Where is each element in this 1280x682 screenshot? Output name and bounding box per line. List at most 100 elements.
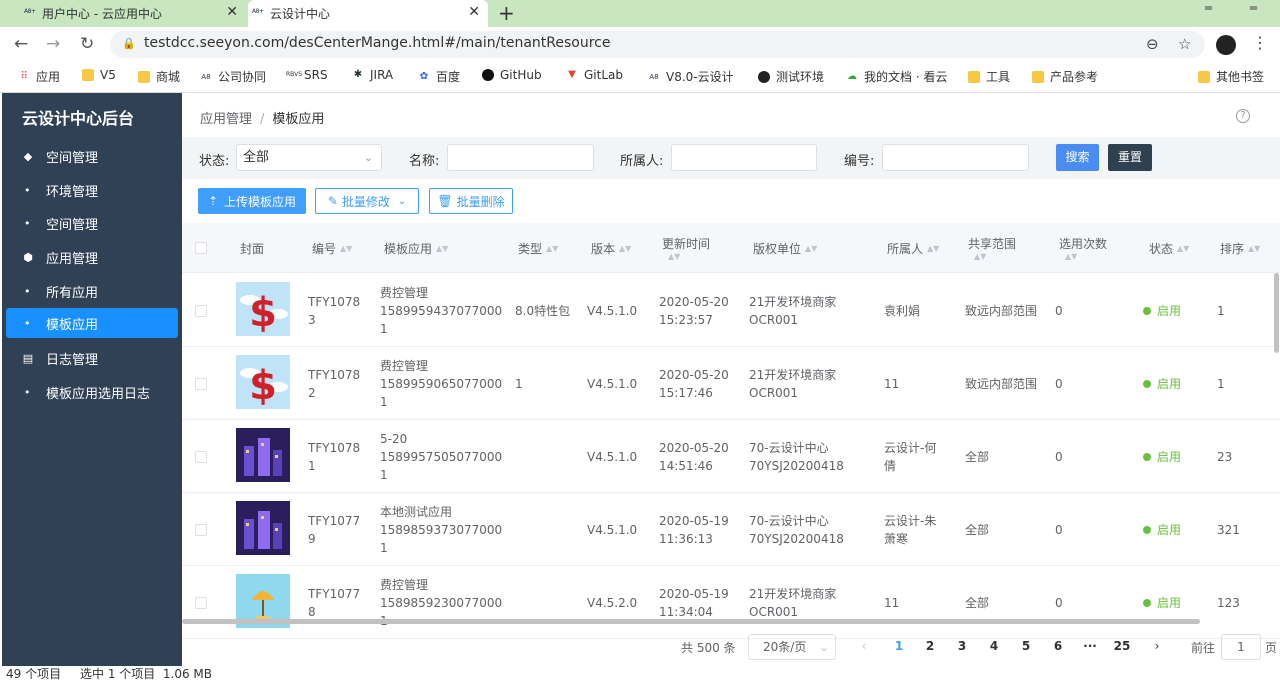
browser-tab-design-center[interactable]: A8+ 云设计中心 ✕ — [248, 0, 488, 27]
sidebar-item-environment[interactable]: • 环境管理 — [6, 175, 178, 205]
close-window-icon[interactable]: ‗ — [1250, 0, 1257, 10]
sidebar-item-log-management[interactable]: ▤ 日志管理 — [6, 343, 178, 373]
cover-thumbnail[interactable] — [236, 428, 290, 482]
column-template-app[interactable]: 模板应用 ▲▼ — [384, 223, 448, 273]
row-checkbox[interactable] — [195, 597, 207, 609]
page-ellipsis[interactable]: ··· — [1080, 639, 1100, 653]
prev-page-icon[interactable]: ‹ — [854, 639, 874, 653]
table-row[interactable]: TFY1077 9 本地测试应用 1589859373077000 1 V4.5.1.0 2… — [182, 493, 1280, 566]
row-checkbox[interactable] — [195, 305, 207, 317]
table-row[interactable]: $ TFY1078 2 费控管理 1589959065077000 1 1 V4.5.1.0 2… — [182, 347, 1280, 420]
sort-icon[interactable]: ▲▼ — [805, 244, 817, 253]
reset-button[interactable]: 重置 — [1108, 144, 1152, 171]
batch-delete-button[interactable]: 🗑 批量删除 — [429, 188, 513, 214]
search-button[interactable]: 搜索 — [1056, 144, 1099, 171]
url-bar[interactable]: 🔒 testdcc.seeyon.com/desCenterMange.html… — [110, 31, 1205, 58]
bookmark-product-ref[interactable]: 产品参考 — [1032, 68, 1098, 85]
page-4[interactable]: 4 — [984, 639, 1004, 653]
bookmark-star-icon[interactable]: ☆ — [1178, 35, 1191, 53]
column-status[interactable]: 状态 ▲▼ — [1149, 223, 1189, 273]
bookmark-company[interactable]: A8 公司协同 — [200, 68, 266, 85]
table-row[interactable]: TFY10778费控管理15898592300770001V4.5.2.0202… — [182, 566, 1280, 639]
sidebar-item-template-log[interactable]: • 模板应用选用日志 — [6, 377, 178, 407]
horizontal-scrollbar[interactable] — [182, 619, 1200, 624]
owner-input[interactable] — [671, 144, 817, 171]
bookmark-github[interactable]: GitHub — [482, 68, 542, 82]
column-code[interactable]: 编号 ▲▼ — [312, 223, 352, 273]
sort-icon[interactable]: ▲▼ — [1177, 244, 1189, 253]
bookmark-baidu[interactable]: ✿ 百度 — [418, 68, 460, 85]
close-tab-icon[interactable]: ✕ — [226, 4, 238, 20]
status-select[interactable]: 全部 ⌄ — [236, 144, 382, 171]
vertical-scrollbar[interactable] — [1274, 273, 1279, 353]
cover-thumbnail[interactable]: $ — [236, 282, 290, 336]
sort-icon[interactable]: ▲▼ — [546, 244, 558, 253]
select-all-checkbox[interactable] — [195, 242, 207, 254]
bookmark-test-env[interactable]: 测试环境 — [758, 68, 824, 85]
page-2[interactable]: 2 — [920, 639, 940, 653]
sort-icon[interactable]: ▲▼ — [974, 252, 986, 261]
page-1[interactable]: 1 — [889, 639, 909, 653]
help-icon[interactable]: ? — [1236, 109, 1250, 123]
minimize-window-icon[interactable]: ‗ — [1205, 0, 1212, 10]
batch-edit-button[interactable]: ✎ 批量修改 ⌄ — [315, 188, 419, 214]
table-row[interactable]: $ TFY1078 3 费控管理 1589959437077000 1 8.0特性包 V4.5… — [182, 274, 1280, 347]
sort-icon[interactable]: ▲▼ — [668, 252, 680, 261]
sidebar-item-all-apps[interactable]: • 所有应用 — [6, 276, 178, 306]
column-share-scope[interactable]: 共享范围 ▲▼ — [968, 223, 1016, 273]
new-tab-button[interactable]: + — [498, 1, 515, 25]
reload-icon[interactable]: ↻ — [80, 34, 94, 54]
row-checkbox[interactable] — [195, 378, 207, 390]
column-use-count[interactable]: 选用次数 ▲▼ — [1059, 223, 1107, 273]
bookmark-v8[interactable]: A8 V8.0-云设计 — [648, 68, 733, 85]
column-sort[interactable]: 排序 ▲▼ — [1220, 223, 1260, 273]
sidebar-item-space-management[interactable]: ◆ 空间管理 — [6, 141, 178, 171]
sort-icon[interactable]: ▲▼ — [340, 244, 352, 253]
breadcrumb-parent[interactable]: 应用管理 — [200, 112, 252, 127]
upload-template-button[interactable]: ⇡ 上传模板应用 — [198, 188, 306, 214]
page-25[interactable]: 25 — [1112, 639, 1132, 653]
bookmark-mall[interactable]: 商城 — [138, 68, 180, 85]
page-5[interactable]: 5 — [1016, 639, 1036, 653]
next-page-icon[interactable]: › — [1147, 639, 1167, 653]
column-version[interactable]: 版本 ▲▼ — [591, 223, 631, 273]
sort-icon[interactable]: ▲▼ — [619, 244, 631, 253]
sort-icon[interactable]: ▲▼ — [1248, 244, 1260, 253]
name-input[interactable] — [447, 144, 594, 171]
table-row[interactable]: TFY1078 1 5-20 1589957505077000 1 V4.5.1.0 202… — [182, 420, 1280, 493]
bookmark-srs[interactable]: RBVS SRS — [286, 68, 328, 82]
row-checkbox[interactable] — [195, 451, 207, 463]
more-menu-icon[interactable]: ⋮ — [1252, 33, 1268, 52]
sidebar-item-space[interactable]: • 空间管理 — [6, 208, 178, 238]
forward-arrow-icon[interactable]: → — [46, 34, 60, 54]
cover-thumbnail[interactable] — [236, 501, 290, 555]
page-6[interactable]: 6 — [1048, 639, 1068, 653]
page-3[interactable]: 3 — [952, 639, 972, 653]
sidebar-item-app-management[interactable]: ⬢ 应用管理 — [6, 242, 178, 272]
cover-thumbnail[interactable]: $ — [236, 355, 290, 409]
profile-avatar-icon[interactable] — [1216, 35, 1236, 55]
sort-icon[interactable]: ▲▼ — [1065, 252, 1077, 261]
column-update-time[interactable]: 更新时间 ▲▼ — [662, 223, 710, 273]
bookmark-jira[interactable]: ✱ JIRA — [352, 68, 393, 82]
column-owner[interactable]: 所属人 ▲▼ — [887, 223, 939, 273]
url-text[interactable]: testdcc.seeyon.com/desCenterMange.html#/… — [144, 35, 610, 51]
close-tab-icon[interactable]: ✕ — [468, 4, 480, 20]
column-copyright[interactable]: 版权单位 ▲▼ — [753, 223, 817, 273]
sort-icon[interactable]: ▲▼ — [927, 244, 939, 253]
bookmark-tools[interactable]: 工具 — [968, 68, 1010, 85]
bookmark-other[interactable]: 其他书签 — [1198, 68, 1264, 85]
bookmark-kancloud[interactable]: ☁ 我的文档 · 看云 — [846, 68, 947, 85]
browser-tab-user-center[interactable]: A8+ 用户中心 - 云应用中心 ✕ — [20, 0, 246, 27]
column-type[interactable]: 类型 ▲▼ — [518, 223, 558, 273]
sidebar-item-template-apps[interactable]: • 模板应用 — [6, 308, 178, 338]
row-checkbox[interactable] — [195, 524, 207, 536]
sort-icon[interactable]: ▲▼ — [436, 244, 448, 253]
bookmark-v5[interactable]: V5 — [82, 68, 116, 82]
page-size-select[interactable]: 20条/页 ⌄ — [748, 634, 836, 660]
code-input[interactable] — [882, 144, 1029, 171]
back-arrow-icon[interactable]: ← — [14, 34, 28, 54]
zoom-icon[interactable]: ⊖ — [1146, 35, 1159, 53]
goto-page-input[interactable]: 1 — [1221, 634, 1261, 660]
bookmark-apps[interactable]: ⠿ 应用 — [18, 68, 60, 85]
